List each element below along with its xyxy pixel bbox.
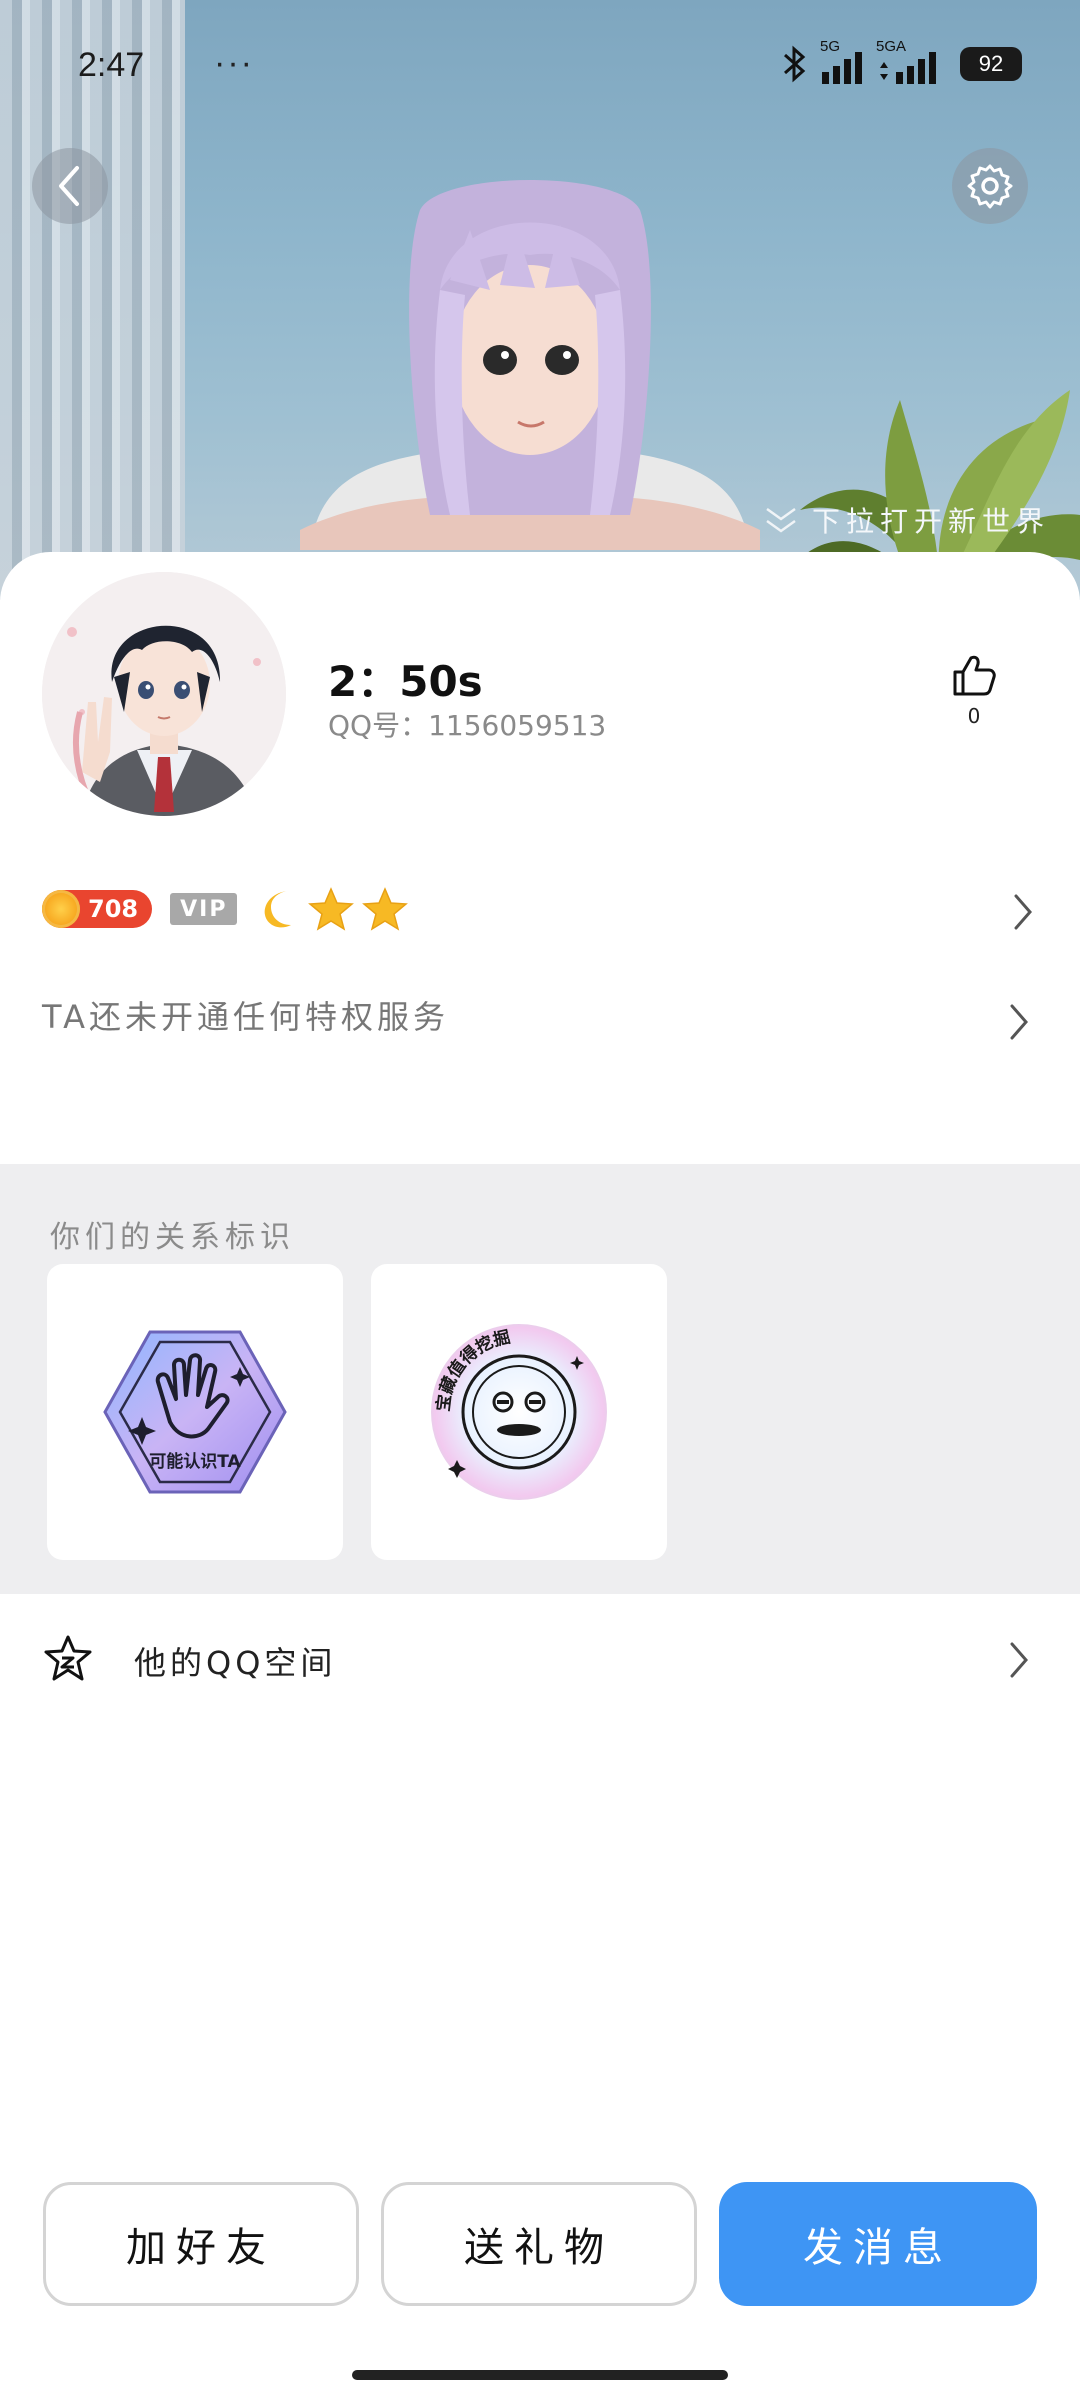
smiley-holographic-seal-icon: 宝藏值得挖掘 xyxy=(431,1324,607,1500)
like-count: 0 xyxy=(967,704,981,728)
bluetooth-icon xyxy=(784,45,806,83)
relationship-title: 你们的关系标识 xyxy=(50,1220,295,1255)
status-bar: 2:47 ··· 5G 5GA 92 xyxy=(0,0,1080,135)
gear-icon xyxy=(967,164,1013,209)
qzone-label: 他的QQ空间 xyxy=(134,1644,337,1682)
send-message-button[interactable]: 发消息 xyxy=(719,2182,1037,2306)
chevron-right-icon[interactable] xyxy=(1008,1002,1030,1042)
status-icons: 5G 5GA 92 xyxy=(782,38,1022,84)
moon-icon xyxy=(265,891,292,928)
privilege-status-text[interactable]: TA还未开通任何特权服务 xyxy=(42,992,449,1038)
tag-label-text: 可能认识TA xyxy=(149,1451,241,1472)
chevron-right-icon xyxy=(1014,894,1032,930)
level-badge-row[interactable]: 708 VIP xyxy=(42,884,1042,934)
nickname: 2：50s xyxy=(328,657,483,706)
level-icons xyxy=(257,886,409,932)
coin-value: 708 xyxy=(88,895,139,923)
send-gift-button[interactable]: 送礼物 xyxy=(381,2182,697,2306)
relationship-section: 你们的关系标识 可能认识TA 宝藏值得挖掘 xyxy=(0,1164,1080,1594)
double-chevron-down-icon xyxy=(766,507,796,533)
battery-indicator: 92 xyxy=(960,47,1022,81)
qq-number: QQ号：1156059513 xyxy=(328,709,607,742)
avatar[interactable] xyxy=(42,572,286,816)
chevron-right-icon xyxy=(1010,1642,1028,1678)
add-friend-button[interactable]: 加好友 xyxy=(43,2182,359,2306)
qzone-row[interactable]: 他的QQ空间 xyxy=(0,1594,1080,1724)
relationship-tag-card[interactable]: 宝藏值得挖掘 xyxy=(371,1264,667,1560)
signal-5ga-icon: 5GA xyxy=(876,38,942,84)
coin-badge: 708 xyxy=(42,890,153,928)
profile-hero-scene[interactable]: 2:47 ··· 5G 5GA 92 下拉打开新世界 xyxy=(0,0,1080,600)
coin-icon xyxy=(42,890,80,928)
like-button[interactable]: 0 xyxy=(944,652,1004,728)
chevron-left-icon xyxy=(59,166,79,206)
wave-hand-hexagon-icon: 可能认识TA xyxy=(103,1330,287,1494)
pull-hint-text: 下拉打开新世界 xyxy=(811,505,1050,538)
star-icon xyxy=(362,887,409,931)
settings-button[interactable] xyxy=(952,148,1028,224)
back-button[interactable] xyxy=(32,148,108,224)
avatar-illustration xyxy=(42,572,286,816)
qzone-star-icon xyxy=(44,1635,92,1681)
relationship-tag-card[interactable]: 可能认识TA xyxy=(47,1264,343,1560)
thumbs-up-icon xyxy=(953,655,996,696)
home-indicator[interactable] xyxy=(352,2370,728,2380)
3d-avatar-character xyxy=(300,180,760,550)
profile-card: 2：50s QQ号：1156059513 0 708 VIP TA还未开通任何特… xyxy=(0,552,1080,2400)
pull-down-hint[interactable]: 下拉打开新世界 xyxy=(764,500,1050,540)
status-time: 2:47 xyxy=(78,46,145,84)
status-more-dots: ··· xyxy=(214,44,254,82)
star-icon xyxy=(308,887,355,931)
signal-5g-icon: 5G xyxy=(818,38,866,84)
vip-badge: VIP xyxy=(170,893,238,925)
